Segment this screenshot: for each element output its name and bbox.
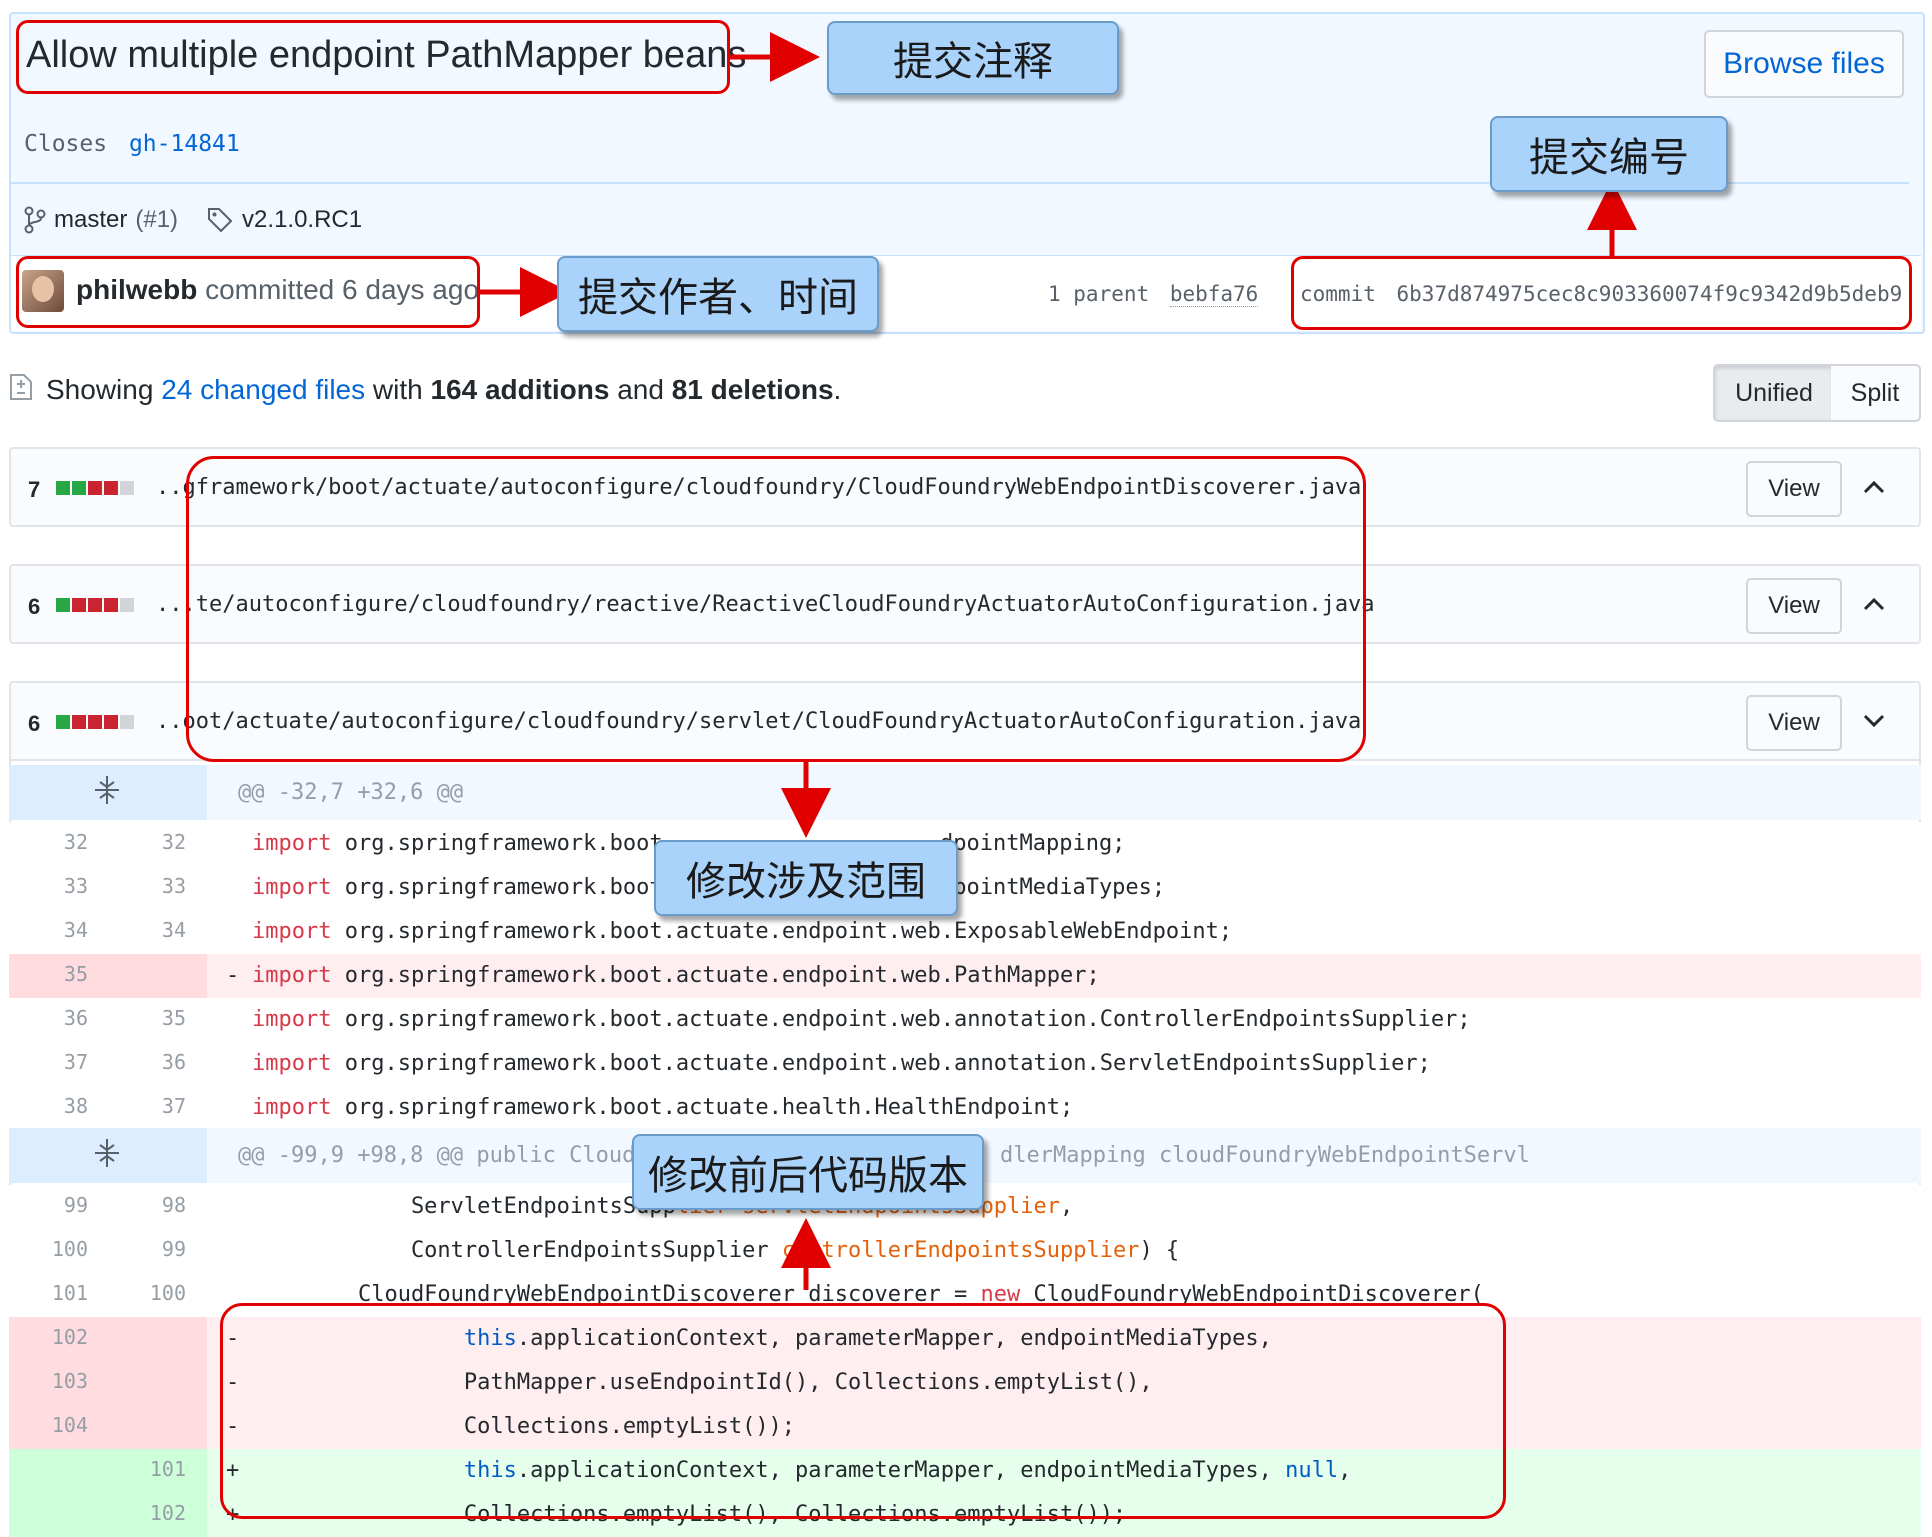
callout-commit-number: 提交编号 [1490,116,1728,192]
callout-author-time: 提交作者、时间 [557,256,879,332]
callout-versions: 修改前后代码版本 [632,1134,984,1210]
callout-commit-message: 提交注释 [827,21,1119,95]
annotation-arrows [480,32,1637,1290]
callout-scope: 修改涉及范围 [654,840,958,916]
